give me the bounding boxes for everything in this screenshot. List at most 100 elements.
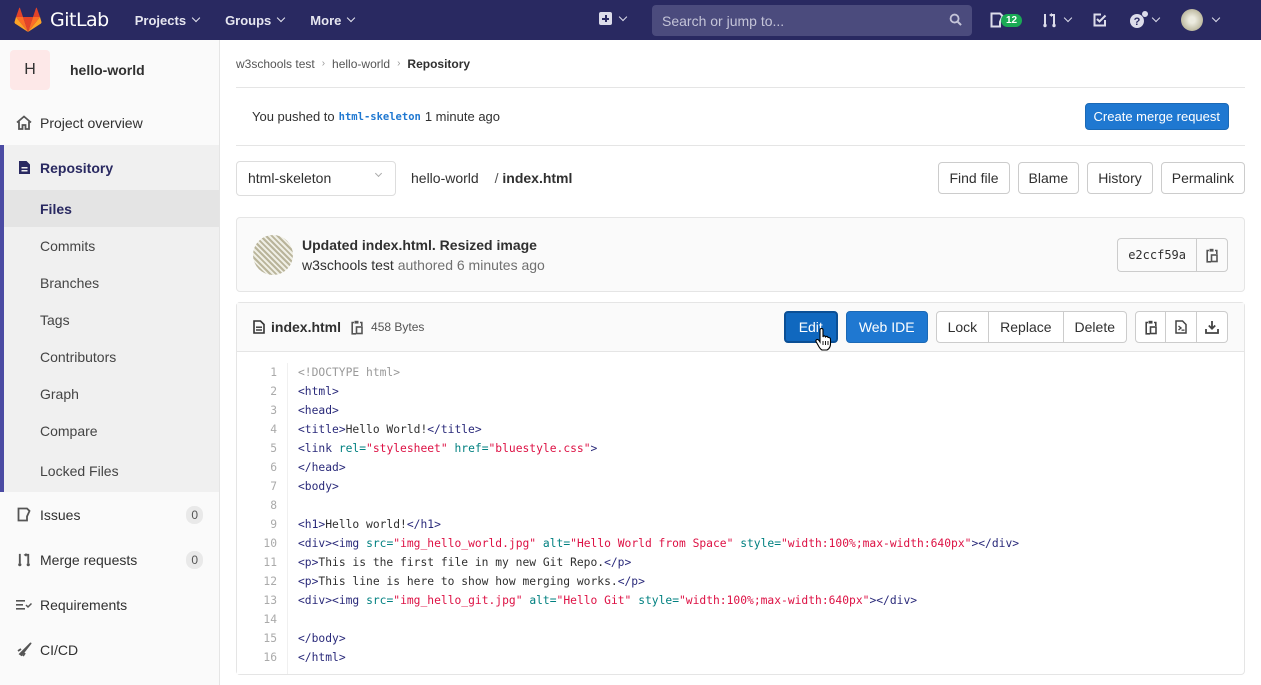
line-number[interactable]: 4 xyxy=(237,420,277,439)
nav-more[interactable]: More xyxy=(310,12,356,28)
copy-path-button[interactable] xyxy=(351,320,363,335)
file-actions: Edit Web IDE Lock Replace Delete xyxy=(783,311,1228,343)
pushed-branch-link[interactable]: html-skeleton xyxy=(339,111,421,123)
breadcrumb-current[interactable]: Repository xyxy=(407,57,470,71)
code-lines: <!DOCTYPE html> <html> <head> <title>Hello … xyxy=(288,363,1019,674)
breadcrumb-project[interactable]: hello-world xyxy=(332,57,390,71)
sidebar-item-issues[interactable]: Issues 0 xyxy=(0,492,219,537)
nav-projects[interactable]: Projects xyxy=(135,13,201,28)
gitlab-home-link[interactable]: GitLab xyxy=(14,7,109,33)
history-button[interactable]: History xyxy=(1087,162,1153,194)
search-input[interactable]: Search or jump to... xyxy=(652,5,972,36)
sidebar-item-graph[interactable]: Graph xyxy=(4,375,219,412)
commit-author[interactable]: w3schools test xyxy=(302,257,394,273)
todos-nav-button[interactable] xyxy=(1093,13,1107,27)
create-merge-request-button[interactable]: Create merge request xyxy=(1084,103,1229,130)
sidebar-item-commits[interactable]: Commits xyxy=(4,227,219,264)
issues-nav-button[interactable]: 12 xyxy=(990,12,1023,28)
sidebar-item-label: Issues xyxy=(40,506,81,523)
line-number[interactable]: 14 xyxy=(237,610,277,629)
code-line: <h1>Hello world!</h1> xyxy=(298,518,441,531)
push-notice-time: 1 minute ago xyxy=(424,109,501,124)
line-number[interactable]: 5 xyxy=(237,439,277,458)
copy-contents-button[interactable] xyxy=(1135,311,1166,343)
blame-button[interactable]: Blame xyxy=(1017,162,1080,194)
line-number[interactable]: 1 xyxy=(237,363,277,382)
chevron-down-icon xyxy=(1211,13,1221,23)
line-number[interactable]: 15 xyxy=(237,629,277,648)
line-number[interactable]: 6 xyxy=(237,458,277,477)
sidebar-item-compare[interactable]: Compare xyxy=(4,412,219,449)
nav-groups[interactable]: Groups xyxy=(225,12,286,28)
file-name: index.html xyxy=(271,319,342,335)
commit-sha[interactable]: e2ccf59a xyxy=(1117,238,1196,272)
user-menu-button[interactable] xyxy=(1181,9,1221,31)
breadcrumb-group[interactable]: w3schools test xyxy=(236,57,315,71)
commit-time: authored 6 minutes ago xyxy=(397,256,545,273)
sidebar-item-requirements[interactable]: Requirements xyxy=(0,582,219,627)
edit-button[interactable]: Edit xyxy=(783,311,838,343)
web-ide-button[interactable]: Web IDE xyxy=(845,311,928,343)
sidebar-item-branches[interactable]: Branches xyxy=(4,264,219,301)
sidebar-item-tags[interactable]: Tags xyxy=(4,301,219,338)
file-modify-group: Lock Replace Delete xyxy=(935,311,1127,343)
line-number[interactable]: 12 xyxy=(237,572,277,591)
sidebar-item-label: Project overview xyxy=(40,114,143,131)
commit-author-avatar[interactable] xyxy=(253,234,293,275)
help-nav-button[interactable]: ? xyxy=(1129,11,1161,29)
line-number[interactable]: 7 xyxy=(237,477,277,496)
line-number[interactable]: 8 xyxy=(237,496,277,515)
issues-count-badge: 12 xyxy=(1001,13,1023,27)
sidebar-item-merge-requests[interactable]: Merge requests 0 xyxy=(0,537,219,582)
path-file[interactable]: index.html xyxy=(502,170,572,186)
find-file-button[interactable]: Find file xyxy=(938,162,1010,194)
gitlab-logo-icon xyxy=(14,7,42,32)
permalink-button[interactable]: Permalink xyxy=(1160,162,1245,194)
push-notice: You pushed to html-skeleton 1 minute ago… xyxy=(236,88,1245,146)
search-icon xyxy=(949,13,962,26)
sidebar-item-project-overview[interactable]: Project overview xyxy=(0,100,219,145)
replace-button[interactable]: Replace xyxy=(989,311,1064,343)
sidebar-item-locked-files[interactable]: Locked Files xyxy=(4,449,219,492)
line-number[interactable]: 9 xyxy=(237,515,277,534)
download-button[interactable] xyxy=(1197,311,1228,343)
commit-title[interactable]: Updated index.html. Resized image xyxy=(302,237,545,253)
line-number[interactable]: 10 xyxy=(237,534,277,553)
code-line: <title>Hello World!</title> xyxy=(298,423,482,436)
code-line: </html> xyxy=(298,651,346,664)
code-line: <div><img src="img_hello_git.jpg" alt="H… xyxy=(298,594,918,607)
line-number[interactable]: 2 xyxy=(237,382,277,401)
sidebar-item-repository[interactable]: Repository xyxy=(4,145,219,190)
file-tools-group xyxy=(1135,311,1228,343)
merge-requests-nav-button[interactable] xyxy=(1042,12,1073,28)
path-separator: / xyxy=(494,170,499,186)
code-line: ​ xyxy=(298,610,1019,629)
sidebar-item-cicd[interactable]: CI/CD xyxy=(0,627,219,672)
sidebar-item-label: Locked Files xyxy=(40,462,119,479)
line-number[interactable]: 11 xyxy=(237,553,277,572)
user-avatar xyxy=(1181,9,1204,31)
sidebar-item-label: Commits xyxy=(40,237,96,254)
delete-button[interactable]: Delete xyxy=(1063,311,1127,343)
push-notice-prefix: You pushed to xyxy=(252,109,335,124)
code-line: <p>This line is here to show how merging… xyxy=(298,575,645,588)
line-number[interactable]: 16 xyxy=(237,648,277,667)
project-sidebar: H hello-world Project overview Repositor… xyxy=(0,40,220,685)
nav-more-label: More xyxy=(310,12,342,28)
line-number[interactable]: 3 xyxy=(237,401,277,420)
sidebar-item-label: CI/CD xyxy=(40,641,79,658)
copy-sha-button[interactable] xyxy=(1196,238,1228,272)
sidebar-item-contributors[interactable]: Contributors xyxy=(4,338,219,375)
lock-button[interactable]: Lock xyxy=(935,311,990,343)
nav-groups-label: Groups xyxy=(225,12,272,28)
open-raw-button[interactable] xyxy=(1166,311,1197,343)
new-dropdown-button[interactable] xyxy=(599,12,628,25)
project-avatar: H xyxy=(10,50,50,90)
code-line: ​ xyxy=(298,496,1019,515)
branch-selector[interactable]: html-skeleton xyxy=(236,160,396,196)
line-number[interactable]: 13 xyxy=(237,591,277,610)
sidebar-item-files[interactable]: Files xyxy=(4,190,219,227)
sidebar-item-label: Tags xyxy=(40,311,70,328)
path-root-link[interactable]: hello-world xyxy=(411,170,479,186)
sidebar-project-header[interactable]: H hello-world xyxy=(0,40,219,100)
